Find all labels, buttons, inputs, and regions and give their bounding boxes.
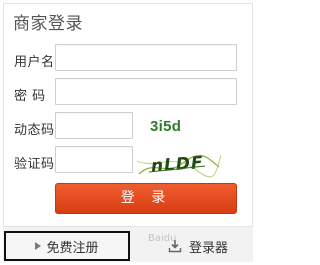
dynamic-code-field[interactable]	[55, 112, 133, 139]
captcha-graphic: nLDF	[136, 153, 222, 178]
password-field[interactable]	[55, 78, 237, 105]
password-input[interactable]	[56, 79, 236, 104]
dynamic-code-label: 动态码	[14, 123, 55, 138]
captcha-text: nLDF	[150, 153, 204, 177]
watermark: Baidu	[148, 233, 177, 244]
free-register-label: 免费注册	[46, 240, 99, 256]
dynamic-code-value: 3i5d	[150, 118, 182, 135]
username-field[interactable]	[55, 44, 237, 71]
captcha-label: 验证码	[14, 157, 55, 172]
username-input[interactable]	[56, 45, 236, 70]
login-button[interactable]: 登 录	[55, 183, 237, 214]
free-register-button[interactable]: 免费注册	[4, 231, 130, 261]
play-arrow-icon	[35, 242, 42, 250]
captcha-input[interactable]	[56, 147, 132, 172]
captcha-image[interactable]: nLDF	[135, 147, 222, 179]
password-label: 密 码	[14, 89, 46, 104]
captcha-field[interactable]	[55, 146, 133, 173]
username-label: 用户名	[14, 55, 55, 70]
login-title: 商家登录	[13, 14, 83, 34]
login-client-label: 登录器	[188, 240, 228, 256]
dynamic-code-input[interactable]	[56, 113, 132, 138]
